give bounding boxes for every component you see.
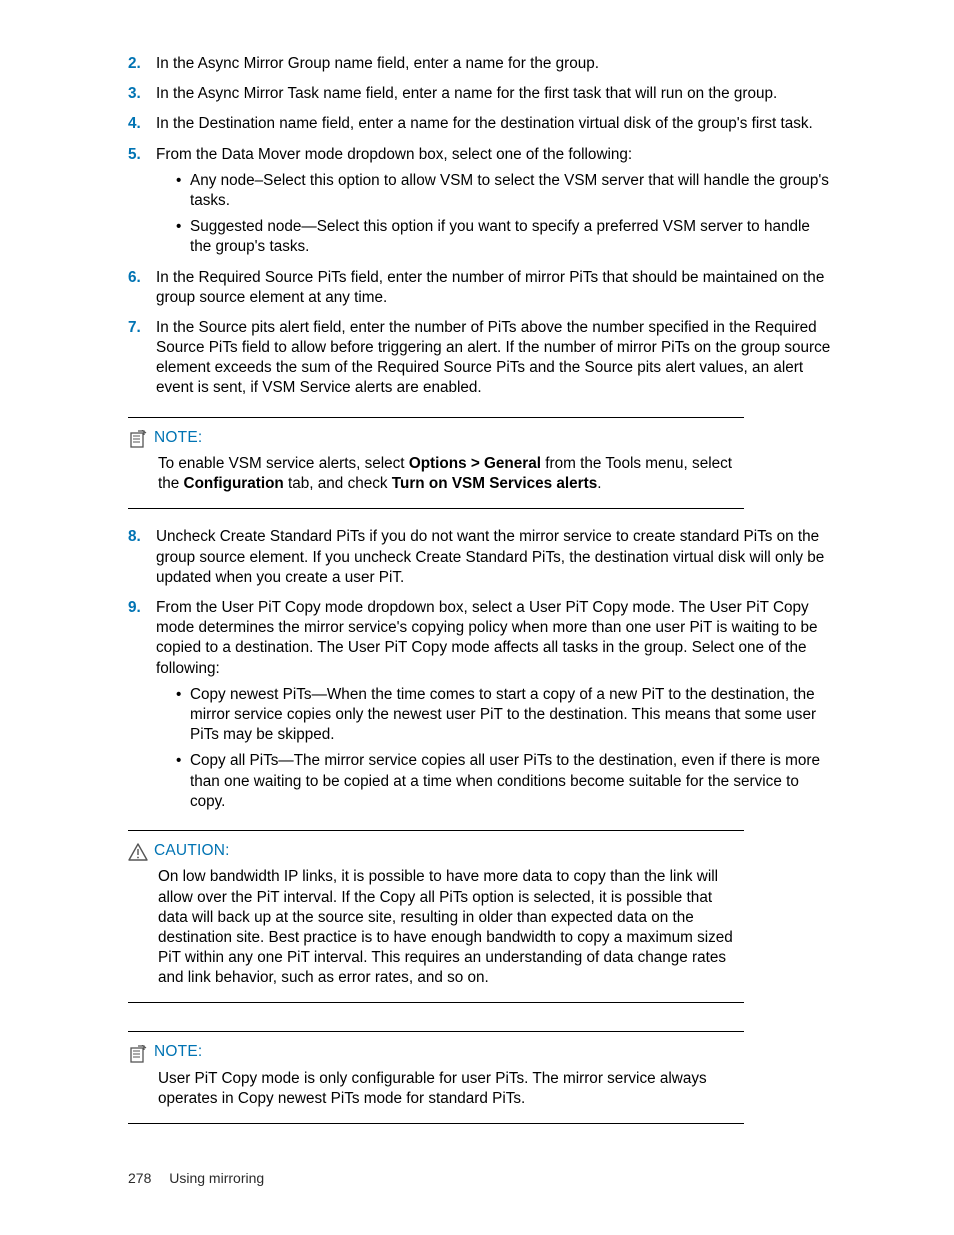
step-number: 7. <box>128 318 141 338</box>
bullet-item: Copy newest PiTs—When the time comes to … <box>176 685 834 746</box>
note-body: To enable VSM service alerts, select Opt… <box>128 454 744 494</box>
page-number: 278 <box>128 1170 151 1186</box>
step-6: 6. In the Required Source PiTs field, en… <box>128 268 834 308</box>
note-block: NOTE: To enable VSM service alerts, sele… <box>128 417 744 510</box>
bullet-item: Copy all PiTs—The mirror service copies … <box>176 751 834 812</box>
step-number: 9. <box>128 598 141 618</box>
caution-block: CAUTION: On low bandwidth IP links, it i… <box>128 830 744 1004</box>
caution-body: On low bandwidth IP links, it is possibl… <box>128 867 744 988</box>
step-text: In the Destination name field, enter a n… <box>156 115 813 132</box>
caution-title: CAUTION: <box>154 841 230 861</box>
step-number: 3. <box>128 84 141 104</box>
note-title: NOTE: <box>154 428 202 448</box>
bullet-item: Any node–Select this option to allow VSM… <box>176 171 834 211</box>
step-7: 7. In the Source pits alert field, enter… <box>128 318 834 399</box>
step-text: In the Source pits alert field, enter th… <box>156 319 830 397</box>
step-number: 6. <box>128 268 141 288</box>
step-2: 2. In the Async Mirror Group name field,… <box>128 54 834 74</box>
step-number: 8. <box>128 527 141 547</box>
step-text: In the Async Mirror Group name field, en… <box>156 55 599 72</box>
note-body: User PiT Copy mode is only configurable … <box>128 1069 744 1109</box>
step-number: 4. <box>128 114 141 134</box>
note-icon <box>128 1045 146 1061</box>
note-title: NOTE: <box>154 1042 202 1062</box>
step-9: 9. From the User PiT Copy mode dropdown … <box>128 598 834 812</box>
caution-icon <box>128 843 146 859</box>
note-block: NOTE: User PiT Copy mode is only configu… <box>128 1031 744 1124</box>
bullet-item: Suggested node—Select this option if you… <box>176 217 834 257</box>
step-5: 5. From the Data Mover mode dropdown box… <box>128 145 834 258</box>
step-text: In the Async Mirror Task name field, ent… <box>156 85 777 102</box>
step-text: In the Required Source PiTs field, enter… <box>156 269 824 306</box>
section-title: Using mirroring <box>169 1170 264 1186</box>
step-number: 2. <box>128 54 141 74</box>
step-text: From the Data Mover mode dropdown box, s… <box>156 146 632 163</box>
step-4: 4. In the Destination name field, enter … <box>128 114 834 134</box>
note-icon <box>128 430 146 446</box>
step-8: 8. Uncheck Create Standard PiTs if you d… <box>128 527 834 588</box>
step-number: 5. <box>128 145 141 165</box>
step-3: 3. In the Async Mirror Task name field, … <box>128 84 834 104</box>
step-text: Uncheck Create Standard PiTs if you do n… <box>156 528 824 585</box>
step-text: From the User PiT Copy mode dropdown box… <box>156 599 818 677</box>
page-footer: 278 Using mirroring <box>128 1169 264 1187</box>
